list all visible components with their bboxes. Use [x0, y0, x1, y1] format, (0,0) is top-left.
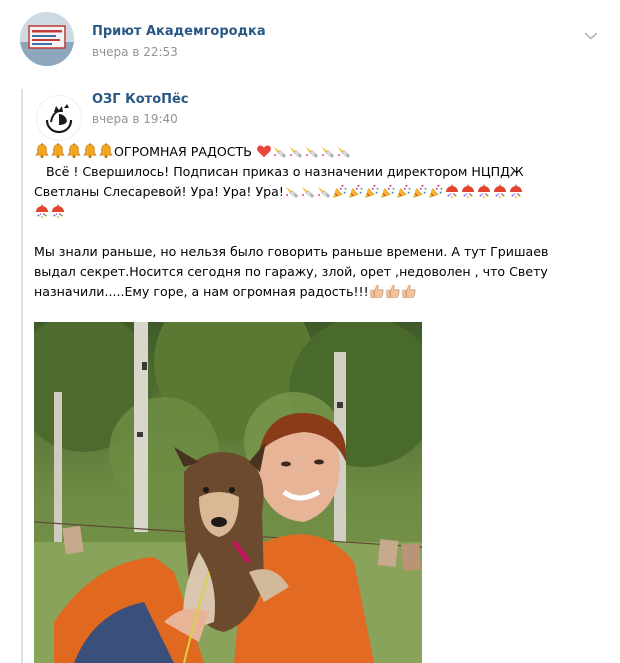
bell-icon: [34, 143, 50, 159]
party-popper-icon: [364, 183, 380, 199]
text-line-6: выдал секрет.Носится сегодня по гаражу, …: [34, 264, 548, 279]
confetti-ball-icon: [444, 183, 460, 199]
post-text: ОГРОМНАЯ РАДОСТЬ Всё ! Свершилось! Подпи…: [34, 142, 600, 302]
bell-icon: [98, 143, 114, 159]
text-line-2: Всё ! Свершилось! Подписан приказ о назн…: [34, 164, 524, 179]
thumbs-up-icon: [369, 283, 385, 299]
party-horn-icon: [336, 143, 352, 159]
chevron-down-icon[interactable]: [584, 26, 598, 40]
party-horn-icon: [304, 143, 320, 159]
party-popper-icon: [348, 183, 364, 199]
wall-post: Приют Академгородка вчера в 22:53 ОЗГ Ко…: [0, 0, 620, 663]
headline-text: ОГРОМНАЯ РАДОСТЬ: [114, 144, 252, 159]
post-author-name[interactable]: Приют Академгородка: [92, 24, 266, 39]
confetti-ball-icon: [460, 183, 476, 199]
confetti-ball-icon: [508, 183, 524, 199]
party-popper-icon: [332, 183, 348, 199]
post-photo[interactable]: [34, 322, 422, 663]
confetti-ball-icon: [34, 203, 50, 219]
party-horn-icon: [284, 183, 300, 199]
party-horn-icon: [288, 143, 304, 159]
confetti-ball-icon: [492, 183, 508, 199]
red-heart-icon: [256, 143, 272, 159]
party-horn-icon: [272, 143, 288, 159]
repost-indicator-bar: [21, 89, 23, 663]
party-popper-icon: [412, 183, 428, 199]
thumbs-up-icon: [385, 283, 401, 299]
text-line-3: Светланы Слесаревой! Ура! Ура! Ура!: [34, 182, 600, 202]
text-line-5: Мы знали раньше, но нельзя было говорить…: [34, 244, 549, 259]
text-line-1: ОГРОМНАЯ РАДОСТЬ: [34, 142, 600, 162]
party-popper-icon: [380, 183, 396, 199]
bell-icon: [82, 143, 98, 159]
confetti-ball-icon: [50, 203, 66, 219]
text-line-4: [34, 202, 600, 222]
bell-icon: [50, 143, 66, 159]
party-horn-icon: [316, 183, 332, 199]
thumbs-up-icon: [401, 283, 417, 299]
repost-source-avatar[interactable]: [36, 95, 82, 141]
text-line-7: назначили.....Ему горе, а нам огромная р…: [34, 282, 600, 302]
party-popper-icon: [428, 183, 444, 199]
party-popper-icon: [396, 183, 412, 199]
repost-source-name[interactable]: ОЗГ КотоПёс: [92, 92, 189, 107]
repost-timestamp[interactable]: вчера в 19:40: [92, 112, 178, 126]
text-line-3-words: Светланы Слесаревой! Ура! Ура! Ура!: [34, 184, 284, 199]
group-avatar[interactable]: [20, 12, 74, 66]
post-timestamp[interactable]: вчера в 22:53: [92, 45, 178, 59]
confetti-ball-icon: [476, 183, 492, 199]
bell-icon: [66, 143, 82, 159]
party-horn-icon: [320, 143, 336, 159]
party-horn-icon: [300, 183, 316, 199]
text-line-7-words: назначили.....Ему горе, а нам огромная р…: [34, 284, 369, 299]
